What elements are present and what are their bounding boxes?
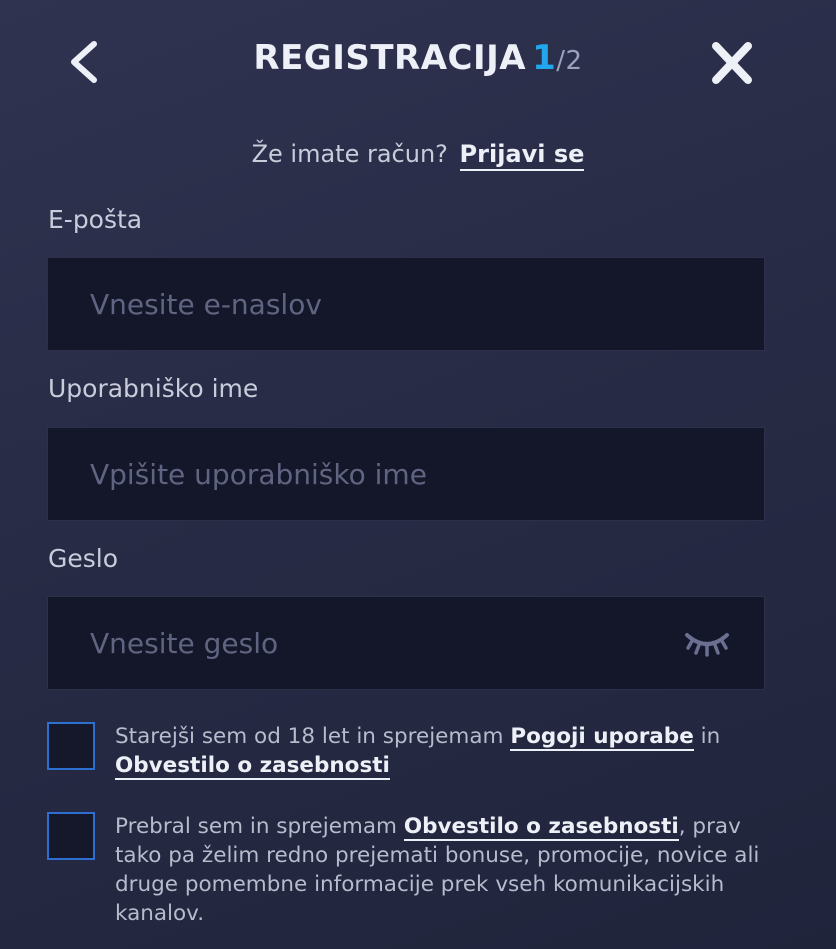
close-icon <box>712 42 752 84</box>
age-terms-text-part: Starejši sem od 18 let in sprejemam <box>115 724 511 749</box>
marketing-text: Prebral sem in sprejemam Obvestilo o zas… <box>115 812 765 928</box>
age-terms-consent: Starejši sem od 18 let in sprejemam Pogo… <box>47 722 767 782</box>
privacy-notice-link[interactable]: Obvestilo o zasebnosti <box>403 814 679 841</box>
age-terms-checkbox[interactable] <box>47 722 95 770</box>
title-text: REGISTRACIJA <box>253 38 527 78</box>
privacy-notice-link[interactable]: Obvestilo o zasebnosti <box>115 753 390 780</box>
marketing-checkbox[interactable] <box>47 812 95 860</box>
age-terms-text-part: in <box>693 724 721 749</box>
registration-header: REGISTRACIJA 1/2 <box>0 0 836 120</box>
login-prompt-text: Že imate račun? <box>251 140 448 168</box>
password-input[interactable] <box>48 597 764 689</box>
step-separator: / <box>556 46 566 76</box>
eye-closed-icon <box>685 633 729 657</box>
terms-of-use-link[interactable]: Pogoji uporabe <box>510 724 694 751</box>
step-total: 2 <box>565 46 583 76</box>
close-button[interactable] <box>708 40 756 86</box>
username-input[interactable] <box>48 428 764 520</box>
marketing-text-part: Prebral sem in sprejemam <box>115 814 404 839</box>
username-label: Uporabniško ime <box>48 374 259 403</box>
login-prompt: Že imate račun? Prijavi se <box>0 140 836 171</box>
password-field-container <box>47 596 765 690</box>
age-terms-text: Starejši sem od 18 let in sprejemam Pogo… <box>115 722 765 780</box>
password-label: Geslo <box>48 544 119 573</box>
login-link[interactable]: Prijavi se <box>459 140 585 171</box>
password-visibility-toggle[interactable] <box>684 627 730 659</box>
email-field-container <box>47 257 765 351</box>
email-input[interactable] <box>48 258 764 350</box>
username-field-container <box>47 427 765 521</box>
email-label: E-pošta <box>48 205 143 234</box>
marketing-consent: Prebral sem in sprejemam Obvestilo o zas… <box>47 812 767 932</box>
step-current: 1 <box>532 38 557 78</box>
